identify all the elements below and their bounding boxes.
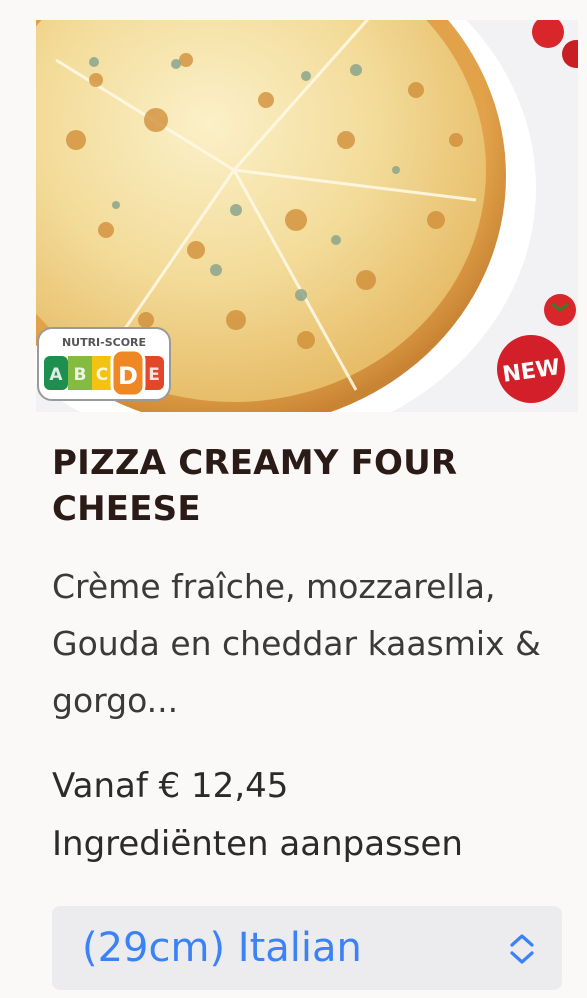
customize-ingredients-link[interactable]: Ingrediënten aanpassen xyxy=(52,820,463,868)
nutri-grade-c: C xyxy=(96,365,108,385)
size-select[interactable]: (29cm) Italian xyxy=(52,906,562,990)
nutri-score-badge: NUTRI-SCORE A B C D E xyxy=(36,326,172,402)
product-title: PIZZA CREAMY FOUR CHEESE xyxy=(52,443,458,529)
product-price: Vanaf € 12,45 xyxy=(52,766,289,806)
product-description: Crème fraîche, mozzarella, Gouda en ched… xyxy=(52,567,541,720)
nutri-score-label: NUTRI-SCORE xyxy=(62,336,146,349)
new-badge: NEW xyxy=(496,334,566,404)
size-select-value: (29cm) Italian xyxy=(82,925,362,971)
nutri-grade-a: A xyxy=(49,365,63,385)
product-card[interactable]: NUTRI-SCORE A B C D E NEW PIZZA CREAMY F… xyxy=(0,0,587,998)
chevron-up-down-icon xyxy=(510,934,534,964)
nutri-grade-e: E xyxy=(148,365,160,385)
nutri-grade-d: D xyxy=(118,362,138,390)
nutri-grade-b: B xyxy=(74,365,87,385)
